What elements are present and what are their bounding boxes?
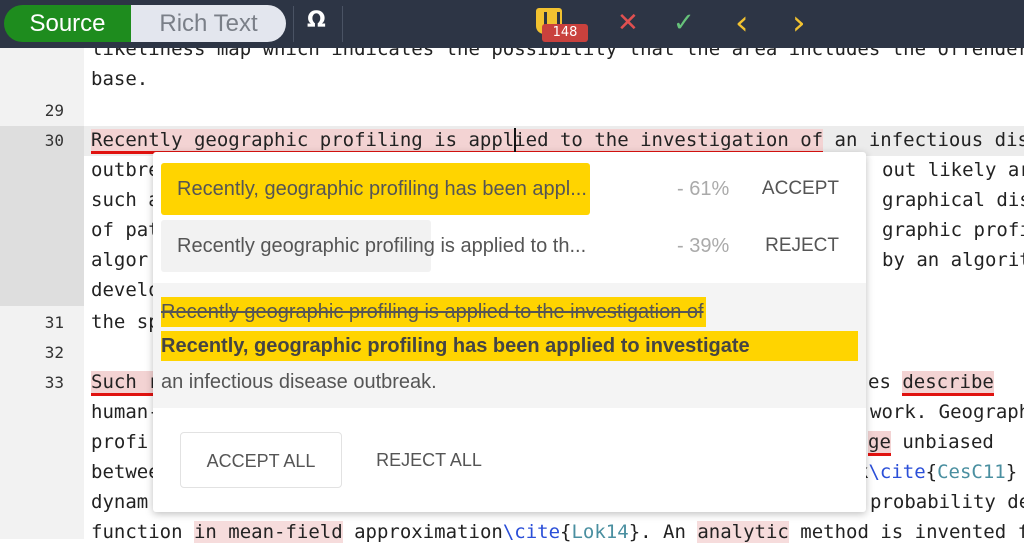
text-fragment: outbre <box>91 159 160 181</box>
latex-argument: CesC11 <box>937 461 1006 483</box>
accept-all-button[interactable]: ACCEPT ALL <box>180 432 342 488</box>
text: { <box>925 461 938 483</box>
latex-command: \cite <box>502 521 561 543</box>
suggestion-option[interactable]: Recently, geographic profiling has been … <box>161 163 861 215</box>
reject-button[interactable]: REJECT <box>765 220 839 272</box>
text: approximation <box>342 521 503 543</box>
suggestion-popup: Recently, geographic profiling has been … <box>153 152 866 512</box>
text-fragment: by an algorit <box>882 249 1024 271</box>
divider <box>342 6 343 42</box>
text: }. An <box>628 521 698 543</box>
text-fragment: es describe <box>868 371 994 396</box>
text-fragment: dynam <box>91 491 149 513</box>
text: method is invented f <box>788 521 1024 543</box>
suggestion-score: - 61% <box>677 178 730 200</box>
line-number: 31 <box>44 313 64 332</box>
latex-command: \cite <box>868 461 926 483</box>
text-fragment: ge unbiased <box>868 431 994 456</box>
chevron-right-icon[interactable]: › <box>792 6 806 40</box>
text-line: function in mean-field approximation\cit… <box>91 521 1024 543</box>
line-number: 29 <box>44 101 64 120</box>
text-fragment: graphical dist <box>882 189 1024 211</box>
text: an infectious dis <box>823 129 1024 151</box>
suggestion-score: - 39% <box>677 235 730 257</box>
removed-text: Recently geographic profiling is applied… <box>161 297 706 327</box>
text: unbiased <box>890 431 994 453</box>
text-fragment: Such r <box>91 371 160 396</box>
flagged-word[interactable]: describe <box>902 371 994 396</box>
chevron-left-icon[interactable]: ‹ <box>735 6 749 40</box>
text: } <box>1005 461 1018 483</box>
text-fragment: work. Geograph <box>870 401 1024 423</box>
reject-all-button[interactable]: REJECT ALL <box>358 432 500 488</box>
text-fragment: of pat <box>91 219 160 241</box>
text-fragment: profi <box>91 431 149 453</box>
latex-argument: Lok14 <box>571 521 629 543</box>
flagged-word[interactable]: Such r <box>91 371 160 396</box>
flagged-word[interactable]: ge <box>868 431 891 456</box>
text-fragment: k\cite{CesC11} <box>857 461 1017 483</box>
text: es <box>868 371 903 393</box>
check-icon[interactable]: ✓ <box>673 6 695 40</box>
text: function <box>91 521 194 543</box>
text-fragment: such a <box>91 189 160 211</box>
text-fragment: probability der <box>870 491 1024 513</box>
text-line: Recently geographic profiling is applied… <box>91 129 1024 154</box>
special-characters-button[interactable]: Ω <box>307 8 326 33</box>
close-icon[interactable]: ✕ <box>617 6 639 40</box>
toolbar: Source Rich Text Ω 148 ✕ ✓ ‹ › <box>0 0 1024 48</box>
line-number: 30 <box>44 131 64 150</box>
text-fragment: algor <box>91 249 149 271</box>
flagged-sentence[interactable]: Recently geographic profiling is applied… <box>91 129 824 154</box>
line-number: 32 <box>44 343 64 362</box>
text-fragment: out likely are <box>882 159 1024 181</box>
suggestion-text: Recently, geographic profiling has been … <box>177 178 587 200</box>
issue-count-badge: 148 <box>542 24 588 42</box>
line-number: 33 <box>44 373 64 392</box>
added-text: Recently, geographic profiling has been … <box>161 331 858 361</box>
accept-button[interactable]: ACCEPT <box>762 163 839 215</box>
suggestion-text: Recently geographic profiling is applied… <box>177 235 587 257</box>
unchanged-text: an infectious disease outbreak. <box>161 371 437 393</box>
text-line: base. <box>91 68 149 90</box>
rich-text-mode-button[interactable]: Rich Text <box>131 5 286 42</box>
source-mode-button[interactable]: Source <box>4 5 131 42</box>
text-fragment: graphic profil <box>882 219 1024 241</box>
active-line-gutter <box>0 126 84 306</box>
text-fragment: human- <box>91 401 160 423</box>
text-fragment: betwee <box>91 461 160 483</box>
text-cursor <box>514 128 516 152</box>
flagged-phrase[interactable]: in mean-field <box>193 521 343 543</box>
divider <box>293 6 294 42</box>
text: { <box>560 521 572 543</box>
text-fragment: the sp <box>91 311 160 333</box>
diff-preview: Recently geographic profiling is applied… <box>153 283 866 408</box>
text-fragment: develo <box>91 279 160 301</box>
suggestion-option[interactable]: Recently geographic profiling is applied… <box>161 220 861 272</box>
flagged-word[interactable]: analytic <box>697 521 789 543</box>
